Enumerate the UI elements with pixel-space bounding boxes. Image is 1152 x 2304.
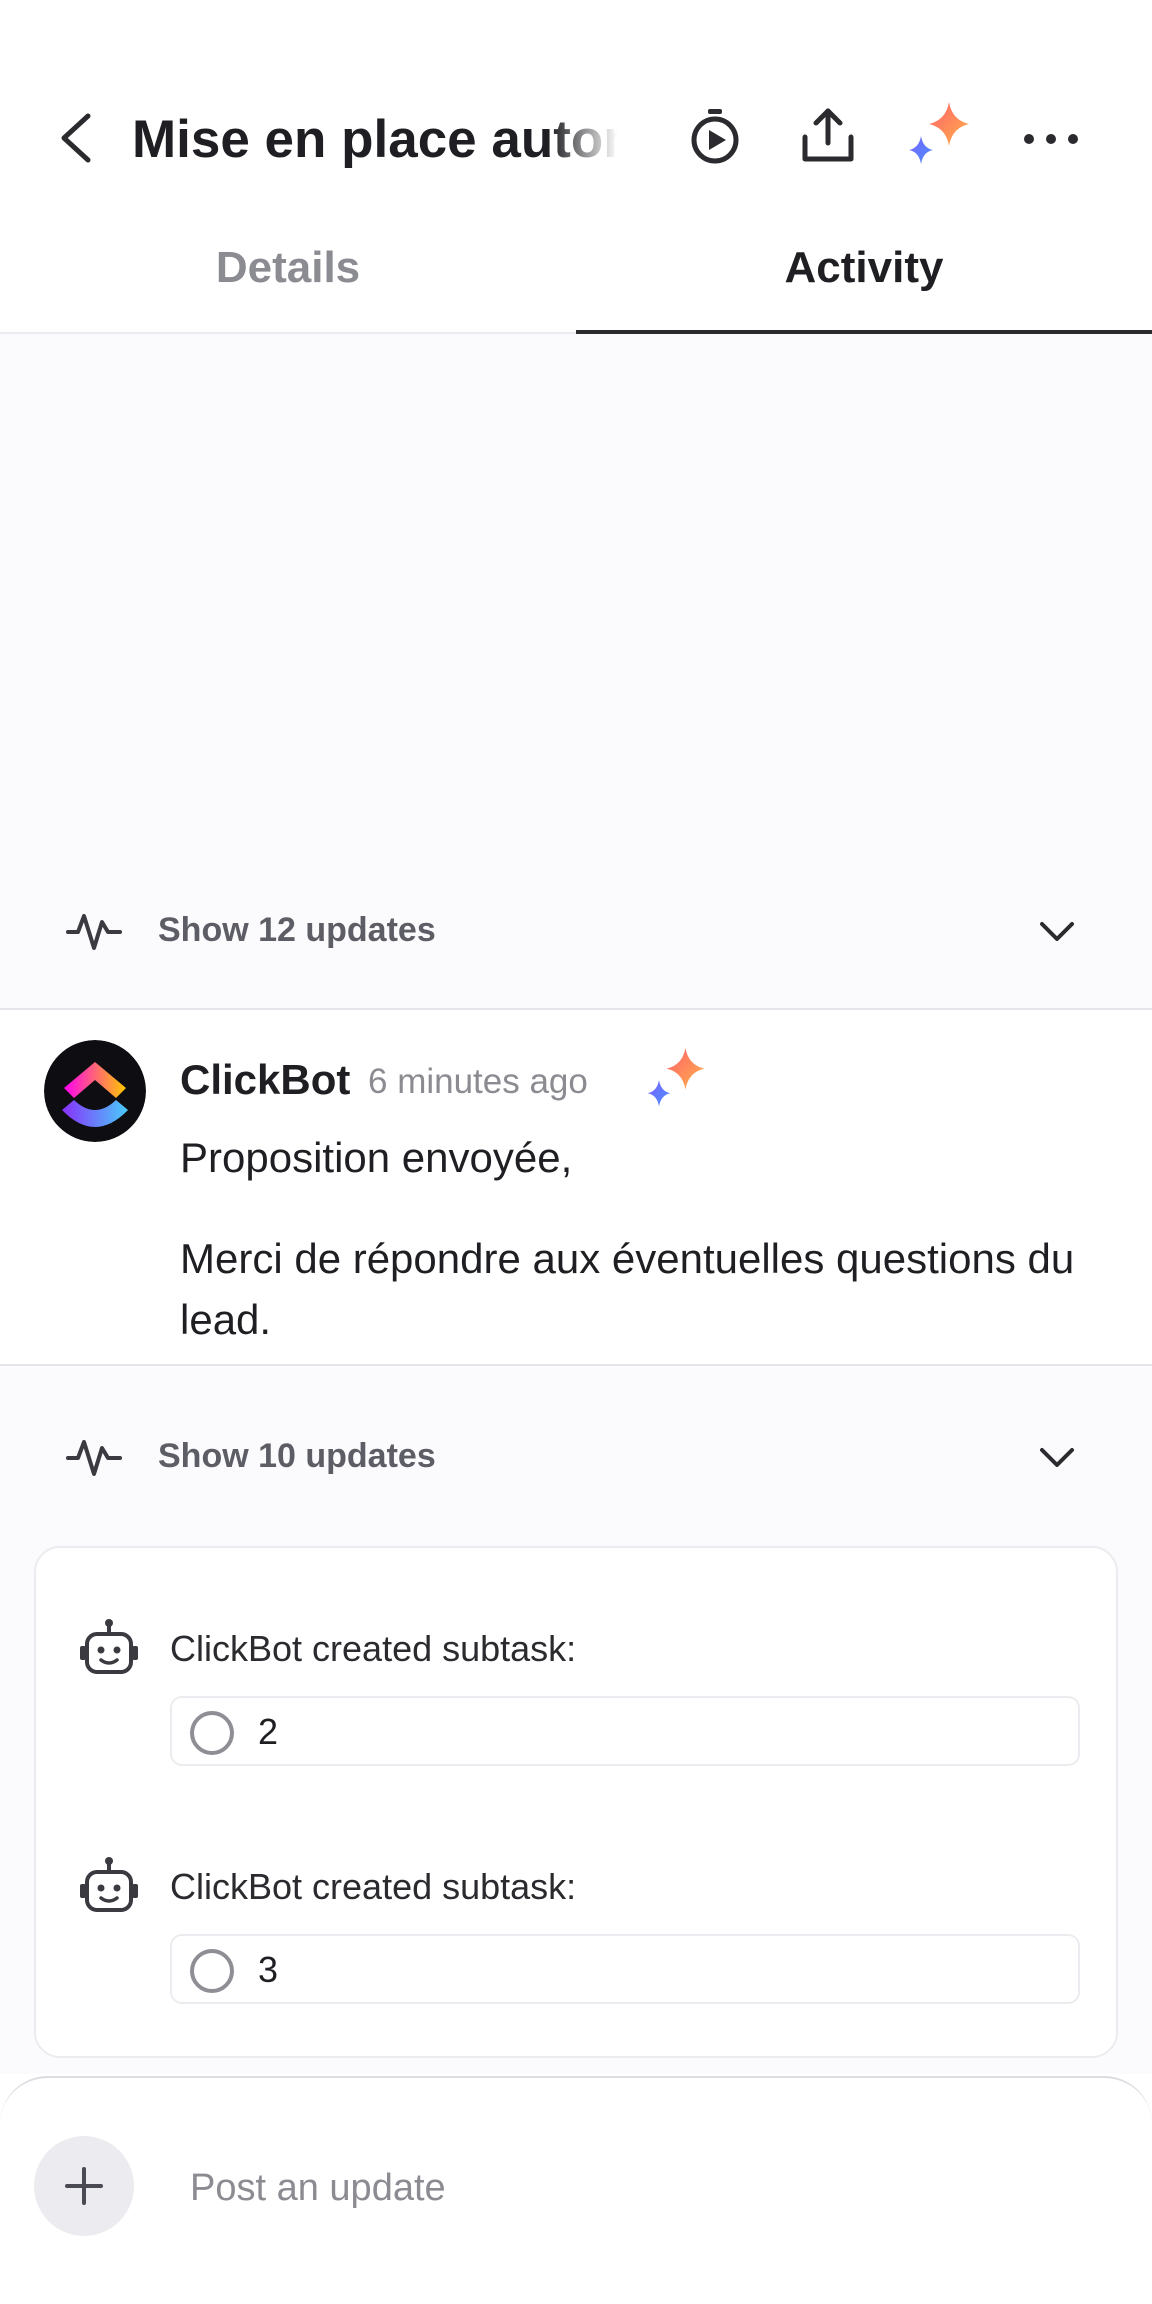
more-icon[interactable] [1020, 105, 1082, 167]
comment-item: ClickBot 6 minutes ago Proposition envoy… [0, 1010, 1152, 1364]
activity-pulse-icon [66, 1440, 122, 1476]
robot-icon [80, 1857, 138, 1912]
subtask-status-radio[interactable] [190, 1711, 234, 1755]
subtask-activity-item: ClickBot created subtask: 3 [36, 1786, 1120, 2004]
chevron-down-icon [1040, 922, 1074, 941]
show-updates-toggle[interactable]: Show 12 updates [0, 880, 1152, 980]
clickbot-avatar[interactable] [44, 1040, 146, 1142]
comment-author[interactable]: ClickBot [180, 1052, 350, 1108]
show-updates-toggle[interactable]: Show 10 updates [0, 1406, 1152, 1506]
subtask-link[interactable]: 3 [170, 1934, 1080, 2004]
activity-pulse-icon [66, 914, 122, 950]
comment-text-line: Proposition envoyée, [180, 1134, 573, 1181]
divider [0, 1364, 1152, 1366]
tab-bar: Details Activity [0, 200, 1152, 335]
plus-icon [65, 2167, 103, 2205]
subtask-name: 2 [258, 1711, 279, 1752]
post-update-input[interactable] [190, 2158, 1090, 2218]
subtask-name: 3 [258, 1949, 279, 1990]
chevron-down-icon [1040, 1448, 1074, 1467]
tab-details[interactable]: Details [0, 238, 576, 298]
show-updates-label: Show 12 updates [158, 911, 436, 949]
add-attachment-button[interactable] [34, 2136, 134, 2236]
task-title[interactable]: Mise en place autom [132, 104, 618, 176]
ai-sparkle-icon [647, 1047, 705, 1107]
subtask-status-radio[interactable] [190, 1949, 234, 1993]
robot-icon [80, 1619, 138, 1674]
subtask-activity-card: ClickBot created subtask: 2 ClickBot cre… [34, 1546, 1118, 2058]
subtask-created-label: ClickBot created subtask: [170, 1628, 577, 1669]
top-bar: Mise en place autom [0, 0, 1152, 200]
ai-sparkle-icon[interactable] [903, 100, 975, 172]
subtask-activity-item: ClickBot created subtask: 2 [36, 1548, 1120, 1766]
show-updates-label: Show 10 updates [158, 1437, 436, 1475]
subtask-created-label: ClickBot created subtask: [170, 1866, 577, 1907]
share-icon[interactable] [797, 105, 859, 167]
comment-timestamp: 6 minutes ago [368, 1062, 588, 1101]
tab-activity[interactable]: Activity [576, 238, 1152, 298]
subtask-link[interactable]: 2 [170, 1696, 1080, 1766]
timer-icon[interactable] [684, 105, 746, 167]
back-arrow-icon[interactable] [50, 108, 102, 168]
comment-text-line: Merci de répondre aux éventuelles questi… [180, 1235, 1075, 1343]
comment-composer [0, 2076, 1152, 2304]
